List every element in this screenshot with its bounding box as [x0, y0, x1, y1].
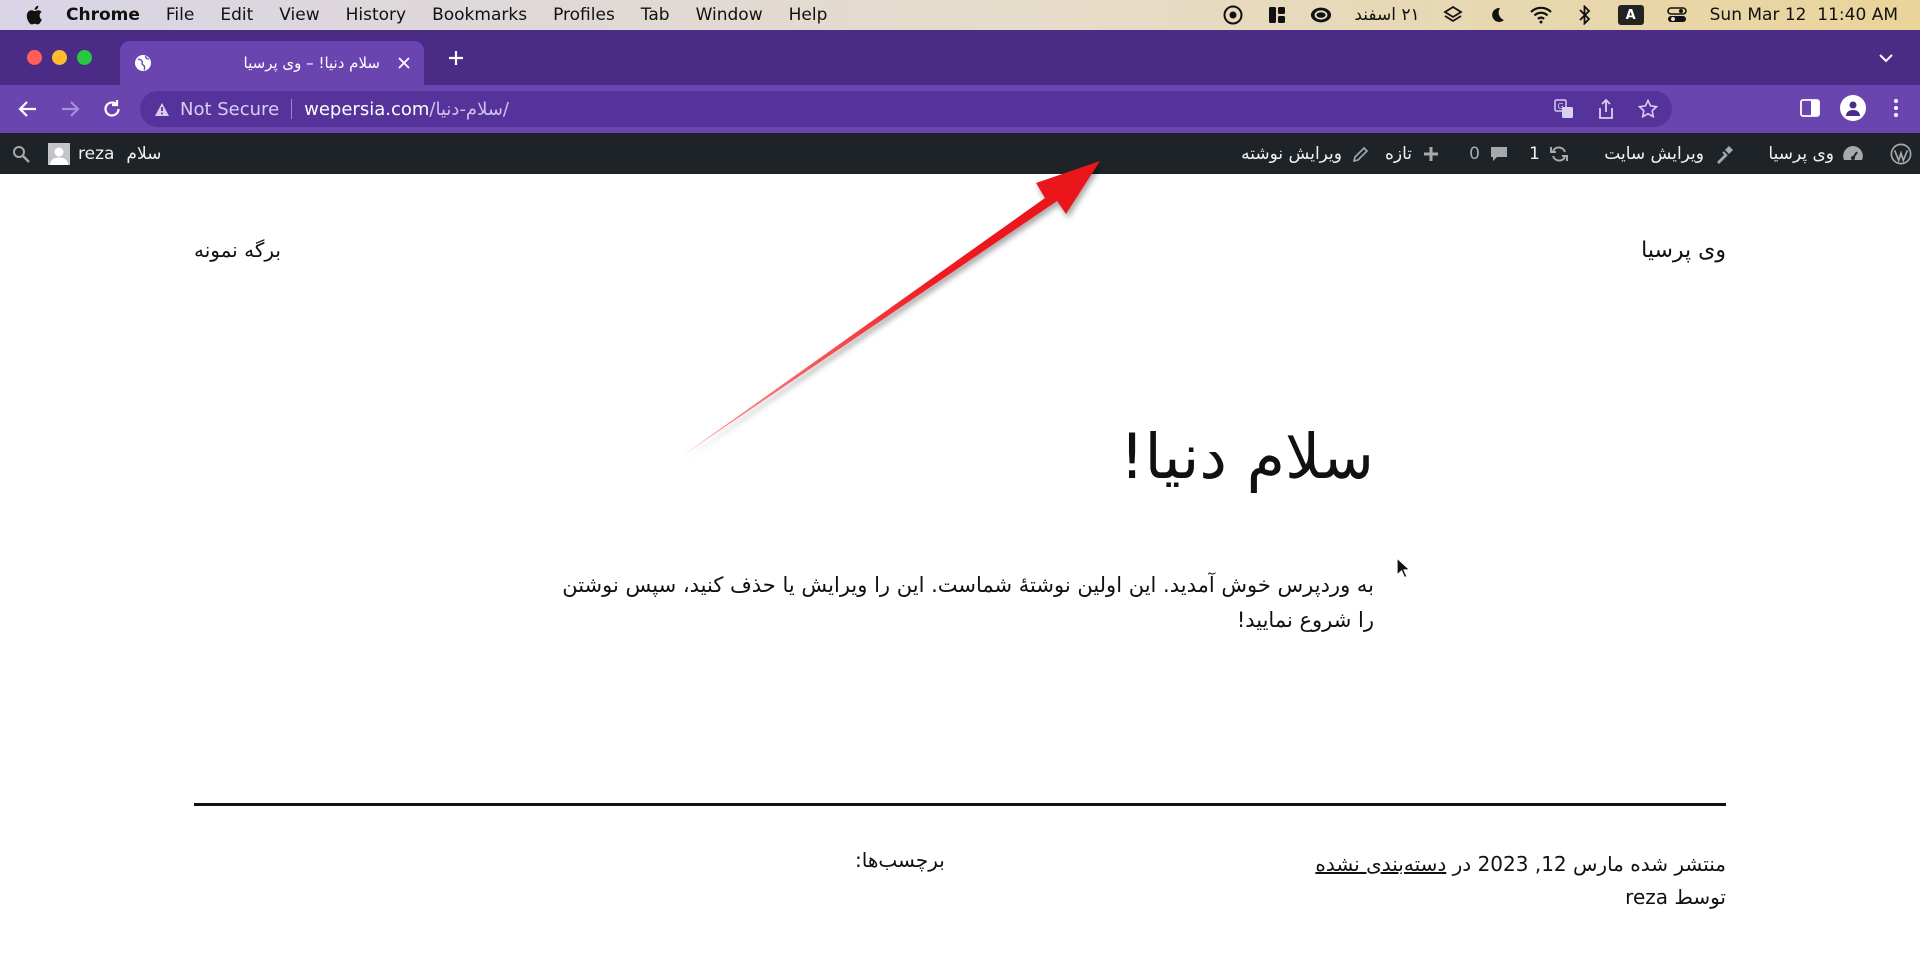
back-button[interactable]: [14, 95, 42, 123]
control-center-icon[interactable]: [1666, 4, 1688, 26]
wordpress-logo-icon: [1890, 143, 1912, 165]
window-minimize-button[interactable]: [52, 50, 67, 65]
post-tags-label: برچسب‌ها:: [855, 848, 945, 872]
adminbar-site-name-label: وی پرسیا: [1768, 143, 1834, 164]
post-published-label: منتشر شده مارس 12, 2023 در: [1452, 852, 1726, 876]
omnibox-actions: G: [1552, 97, 1660, 121]
moon-icon[interactable]: [1486, 4, 1508, 26]
menu-bookmarks[interactable]: Bookmarks: [432, 5, 527, 25]
menu-edit[interactable]: Edit: [220, 5, 253, 25]
mouse-cursor-icon: [1396, 557, 1412, 579]
post-meta-date-line: منتشر شده مارس 12, 2023 در دسته‌بندی نشد…: [1315, 848, 1726, 881]
address-bar[interactable]: Not Secure wepersia.com/سلام-دنیا/ G: [140, 91, 1672, 127]
persian-date[interactable]: ۲۱ اسفند: [1354, 5, 1419, 25]
adminbar-edit-post[interactable]: ویرایش نوشته: [1241, 133, 1372, 174]
adminbar-new-label: تازه: [1384, 143, 1412, 164]
macos-menubar: Chrome File Edit View History Bookmarks …: [0, 0, 1920, 30]
globe-icon: [134, 54, 152, 72]
adminbar-username: reza: [78, 143, 115, 164]
post-author-line: توسط reza: [1625, 885, 1726, 909]
post-title: سلام دنیا!: [1119, 420, 1375, 493]
pencil-icon: [1350, 143, 1372, 165]
menu-help[interactable]: Help: [789, 5, 828, 25]
wifi-icon[interactable]: [1529, 4, 1552, 26]
post-body: به وردپرس خوش آمدید. این اولین نوشتهٔ شم…: [562, 573, 1374, 632]
bookmark-star-icon[interactable]: [1636, 97, 1660, 121]
wp-admin-bar: وی پرسیا ویرایش سایت 1 0 تازه ویرایش نوش…: [0, 133, 1920, 174]
adminbar-search[interactable]: [10, 133, 32, 174]
menubar-status-area: ۲۱ اسفند A Sun Mar 12 11:40 AM: [1222, 0, 1898, 30]
post-category-link[interactable]: دسته‌بندی نشده: [1315, 852, 1446, 876]
adobe-cc-icon[interactable]: [1310, 4, 1332, 26]
adminbar-updates[interactable]: 1: [1529, 133, 1570, 174]
menu-history[interactable]: History: [346, 5, 406, 25]
menubar-datetime[interactable]: Sun Mar 12 11:40 AM: [1710, 5, 1898, 25]
tab-strip: سلام دنیا! – وی پرسیا: [0, 30, 1920, 85]
plus-icon: [1420, 143, 1442, 165]
site-title[interactable]: وی پرسیا: [1641, 238, 1726, 263]
post-meta: منتشر شده مارس 12, 2023 در دسته‌بندی نشد…: [1315, 848, 1726, 914]
tab-search-chevron-icon[interactable]: [1874, 46, 1898, 70]
dashboard-gauge-icon: [1842, 143, 1864, 165]
menu-window[interactable]: Window: [696, 5, 763, 25]
content-divider: [194, 803, 1726, 806]
menu-profiles[interactable]: Profiles: [553, 5, 615, 25]
window-close-button[interactable]: [27, 50, 42, 65]
grid-layout-icon[interactable]: [1266, 4, 1288, 26]
profile-avatar-icon[interactable]: [1840, 95, 1866, 121]
kebab-menu-icon[interactable]: [1884, 96, 1908, 120]
side-panel-icon[interactable]: [1798, 96, 1822, 120]
menu-view[interactable]: View: [279, 5, 319, 25]
browser-toolbar: Not Secure wepersia.com/سلام-دنیا/ G: [0, 85, 1920, 133]
active-tab[interactable]: سلام دنیا! – وی پرسیا: [120, 41, 424, 85]
menu-file[interactable]: File: [166, 5, 194, 25]
adminbar-my-account[interactable]: reza سلام: [48, 133, 161, 174]
comment-bubble-icon: [1488, 143, 1510, 165]
adminbar-greeting: سلام: [126, 143, 162, 164]
adminbar-edit-site-label: ویرایش سایت: [1604, 143, 1704, 164]
url-path: /سلام-دنیا/: [429, 98, 509, 120]
url-host: wepersia.com: [304, 98, 430, 120]
adminbar-new-content[interactable]: تازه: [1385, 133, 1442, 174]
svg-text:G: G: [1558, 102, 1564, 111]
menu-app-name[interactable]: Chrome: [66, 5, 140, 25]
new-tab-button[interactable]: [442, 44, 470, 72]
forward-button[interactable]: [56, 95, 84, 123]
security-label[interactable]: Not Secure: [180, 99, 279, 120]
apple-icon[interactable]: [24, 5, 44, 25]
adminbar-edit-site[interactable]: ویرایش سایت: [1604, 133, 1734, 174]
creative-cloud-icon[interactable]: [1222, 4, 1244, 26]
user-avatar: [48, 142, 70, 165]
adminbar-comments-count: 0: [1469, 143, 1480, 164]
tab-title: سلام دنیا! – وی پرسیا: [243, 54, 380, 72]
translate-icon[interactable]: G: [1552, 97, 1576, 121]
layers-icon[interactable]: [1442, 4, 1464, 26]
bluetooth-icon[interactable]: [1574, 4, 1596, 26]
input-source-badge[interactable]: A: [1617, 5, 1644, 25]
window-zoom-button[interactable]: [77, 50, 92, 65]
url-text[interactable]: wepersia.com/سلام-دنیا/: [304, 99, 509, 120]
warning-icon[interactable]: [154, 102, 170, 117]
adminbar-comments[interactable]: 0: [1469, 133, 1510, 174]
wp-logo-button[interactable]: [1890, 133, 1912, 174]
share-icon[interactable]: [1594, 97, 1618, 121]
reload-button[interactable]: [98, 95, 126, 123]
toolbar-right-actions: [1798, 95, 1908, 121]
tab-close-icon[interactable]: [398, 57, 410, 69]
nav-item-sample-page[interactable]: برگه نمونه: [194, 238, 281, 262]
omnibox-separator: [291, 99, 293, 119]
update-refresh-icon: [1548, 143, 1570, 165]
adminbar-updates-count: 1: [1529, 143, 1540, 164]
search-icon: [10, 143, 32, 165]
brush-icon: [1712, 143, 1734, 165]
adminbar-site-name[interactable]: وی پرسیا: [1768, 133, 1864, 174]
menu-tab[interactable]: Tab: [641, 5, 670, 25]
adminbar-edit-post-label: ویرایش نوشته: [1241, 143, 1342, 164]
